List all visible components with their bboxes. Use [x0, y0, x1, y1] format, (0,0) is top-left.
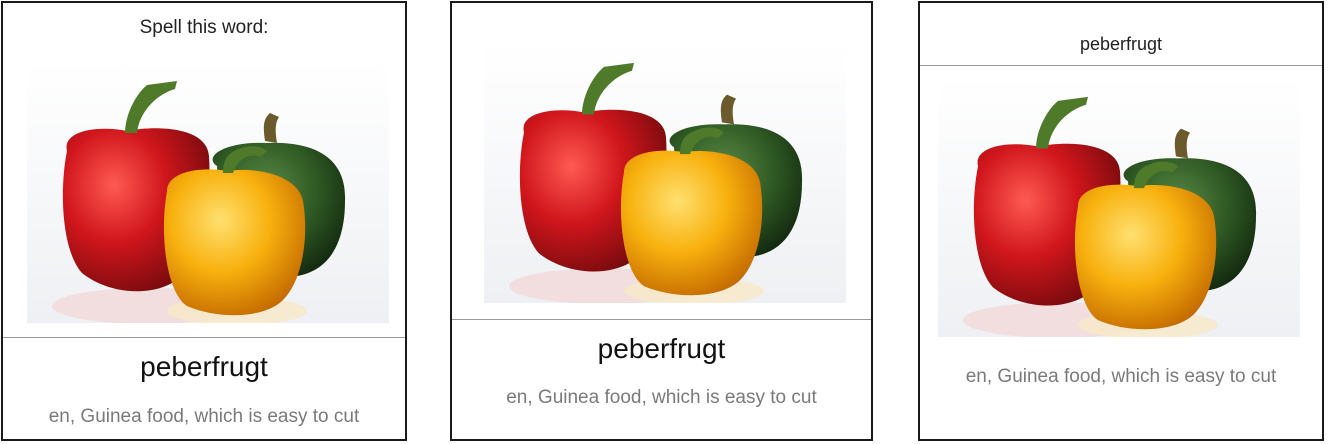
flashcard-prompt[interactable]: Spell this word: peberfrugt en, Guinea f… — [1, 1, 407, 441]
card-divider — [3, 337, 405, 338]
bell-peppers-image — [484, 43, 846, 303]
card-divider — [920, 65, 1322, 66]
flashcard-reverse[interactable]: peberfrugt en, Guinea food, which is eas… — [918, 1, 1324, 441]
card-hint: en, Guinea food, which is easy to cut — [965, 366, 1277, 387]
card-word: peberfrugt — [597, 333, 726, 364]
bell-peppers-image — [27, 61, 389, 323]
card-hint: en, Guinea food, which is easy to cut — [506, 387, 817, 408]
card-hint: en, Guinea food, which is easy to cut — [48, 406, 360, 427]
card-prompt-text: Spell this word: — [139, 17, 269, 38]
card-divider — [452, 319, 871, 320]
card-word: peberfrugt — [1079, 34, 1163, 54]
card-word: peberfrugt — [140, 351, 268, 382]
flashcard-answer[interactable]: peberfrugt en, Guinea food, which is eas… — [450, 1, 873, 441]
bell-peppers-image — [938, 77, 1300, 337]
